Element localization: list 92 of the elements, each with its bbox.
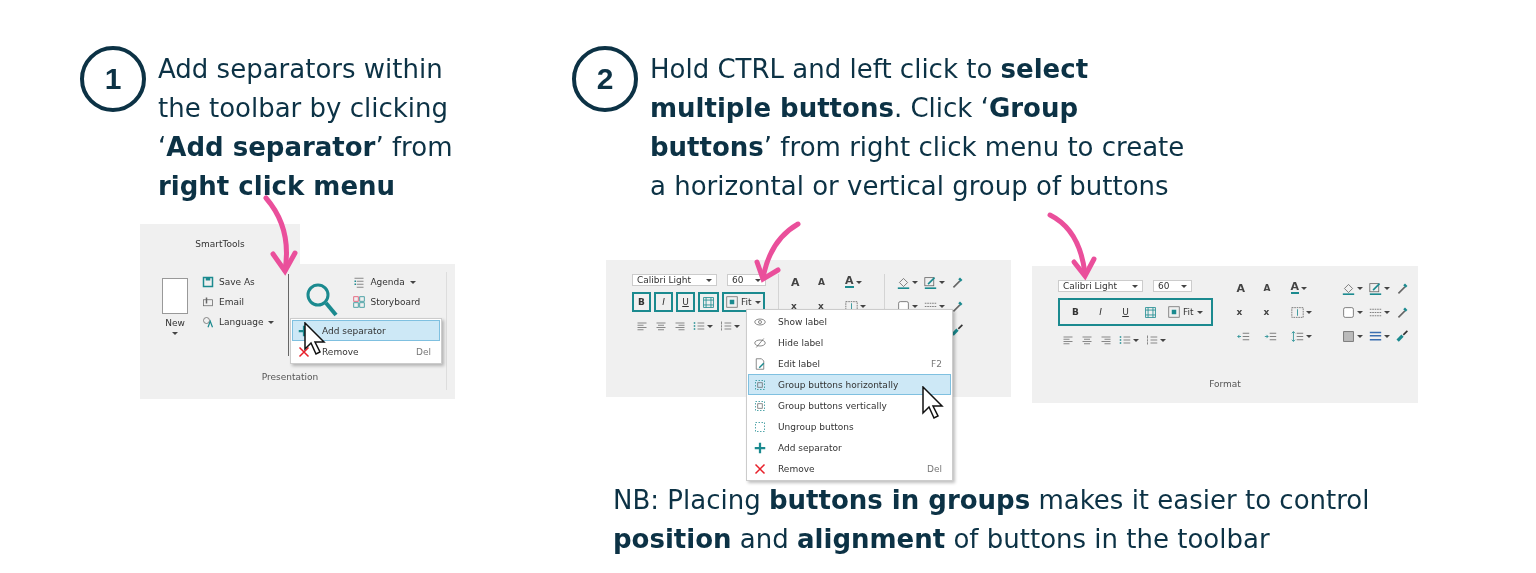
size-field[interactable]: 60 xyxy=(1153,280,1192,292)
format-button[interactable]: B xyxy=(632,292,651,312)
align-center-icon xyxy=(655,320,667,332)
step-number: 2 xyxy=(572,46,638,112)
format-button[interactable]: Fit xyxy=(1166,302,1205,322)
font-field[interactable]: Calibri Light xyxy=(1058,280,1143,292)
menu-item[interactable]: Ungroup buttons xyxy=(748,416,951,437)
step-number: 1 xyxy=(80,46,146,112)
gradient-icon xyxy=(1341,329,1355,343)
table-icon xyxy=(702,295,715,309)
pen-icon xyxy=(1368,281,1382,295)
menu-item[interactable]: Remove Del xyxy=(292,341,440,362)
edit-icon xyxy=(754,357,766,370)
ribbon-button[interactable]: Agenda xyxy=(353,276,421,288)
note-text: NB: Placing buttons in groups makes it easier to control position and alignment of buttons in the toolbar xyxy=(613,484,1371,556)
numbered-list-icon xyxy=(720,320,732,332)
line-weight-icon xyxy=(1368,329,1382,343)
group-label: Format xyxy=(1208,379,1242,389)
toolbar-button[interactable]: A xyxy=(818,274,845,290)
fit-icon xyxy=(1168,306,1180,318)
toolbar-button[interactable] xyxy=(720,320,740,332)
menu-item[interactable]: Group buttons vertically xyxy=(748,395,951,416)
format-button[interactable]: U xyxy=(676,292,695,312)
eyedropper-icon xyxy=(951,275,964,289)
paperclip-icon xyxy=(202,296,214,308)
eyedropper-icon xyxy=(951,299,964,313)
table-icon xyxy=(1144,305,1157,319)
group-icon xyxy=(754,399,766,412)
new-button[interactable]: New xyxy=(160,278,190,372)
group-icon xyxy=(754,378,766,391)
grid-icon xyxy=(353,296,366,308)
toolbar-button[interactable]: A xyxy=(1290,280,1318,296)
cross-icon xyxy=(298,345,310,358)
toolbar-button[interactable]: A xyxy=(845,274,872,290)
eye-slash-icon xyxy=(754,336,766,349)
align-right-icon xyxy=(1100,334,1112,346)
align-left-icon xyxy=(1062,334,1074,346)
menu-item[interactable]: Remove Del xyxy=(748,458,951,479)
toolbar-button[interactable] xyxy=(1146,334,1166,346)
align-right-icon xyxy=(674,320,686,332)
format-button[interactable]: B xyxy=(1066,302,1085,322)
numbered-list-icon xyxy=(1146,334,1158,346)
menu-item[interactable]: Edit label F2 xyxy=(748,353,951,374)
ribbon-button[interactable]: Storyboard xyxy=(353,296,421,308)
toolbar-button[interactable]: A xyxy=(791,274,818,290)
brush-icon xyxy=(951,323,964,337)
bullet-list-icon xyxy=(693,320,705,332)
eye-icon xyxy=(754,315,766,328)
menu-item[interactable]: Show label xyxy=(748,311,951,332)
toolbar-button[interactable]: A xyxy=(1263,280,1291,296)
fit-icon xyxy=(726,296,738,308)
group-label: Presentation xyxy=(260,372,320,382)
font-field[interactable]: Calibri Light xyxy=(632,274,717,286)
menu-item[interactable]: Add separator xyxy=(748,437,951,458)
ungroup-icon xyxy=(754,420,766,433)
cursor-icon xyxy=(922,386,944,420)
format-button[interactable]: U xyxy=(1116,302,1135,322)
bullet-list-icon xyxy=(1119,334,1131,346)
instruction-text: Add separators within the toolbar by clicking ‘Add separator’ from right click menu xyxy=(158,53,454,203)
eyedropper-icon xyxy=(1395,305,1409,319)
instruction-text: Hold CTRL and left click to select multiple buttons. Click ‘Group buttons’ from right click menu to create a horizontal or vertical group of buttons xyxy=(650,53,1186,203)
ribbon-button[interactable]: Email xyxy=(202,296,275,308)
menu-item[interactable]: Group buttons horizontally xyxy=(748,374,951,395)
paint-bucket-icon xyxy=(1341,281,1355,295)
paint-bucket-icon xyxy=(897,275,910,289)
cross-icon xyxy=(754,462,766,475)
align-left-icon xyxy=(636,320,648,332)
curved-arrow xyxy=(1047,212,1097,281)
translate-icon xyxy=(202,316,214,328)
search-icon xyxy=(305,282,340,318)
line-spacing-icon xyxy=(1290,329,1304,343)
brush-icon xyxy=(1395,329,1409,343)
toolbar-button[interactable] xyxy=(1119,334,1139,346)
format-button[interactable]: I xyxy=(654,292,673,312)
text-box-icon xyxy=(1290,305,1304,319)
plus-icon xyxy=(754,441,766,454)
toolbar-button[interactable] xyxy=(693,320,713,332)
pen-icon xyxy=(924,275,937,289)
square-icon xyxy=(1341,305,1355,319)
ribbon-button[interactable]: Language xyxy=(202,316,275,328)
menu-item[interactable]: Hide label xyxy=(748,332,951,353)
format-button[interactable]: I xyxy=(1091,302,1110,322)
ribbon-button[interactable]: Save As xyxy=(202,276,275,288)
toolbar-button[interactable]: x xyxy=(1263,304,1291,320)
ribbon-tab[interactable]: SmartTools xyxy=(140,224,300,264)
menu-item[interactable]: Add separator xyxy=(292,320,440,341)
list-icon xyxy=(353,276,366,288)
align-center-icon xyxy=(1081,334,1093,346)
toolbar-button[interactable]: A xyxy=(1236,280,1264,296)
eyedropper-icon xyxy=(1395,281,1409,295)
toolbar-button[interactable]: x xyxy=(1236,304,1264,320)
format-button[interactable] xyxy=(698,292,719,312)
